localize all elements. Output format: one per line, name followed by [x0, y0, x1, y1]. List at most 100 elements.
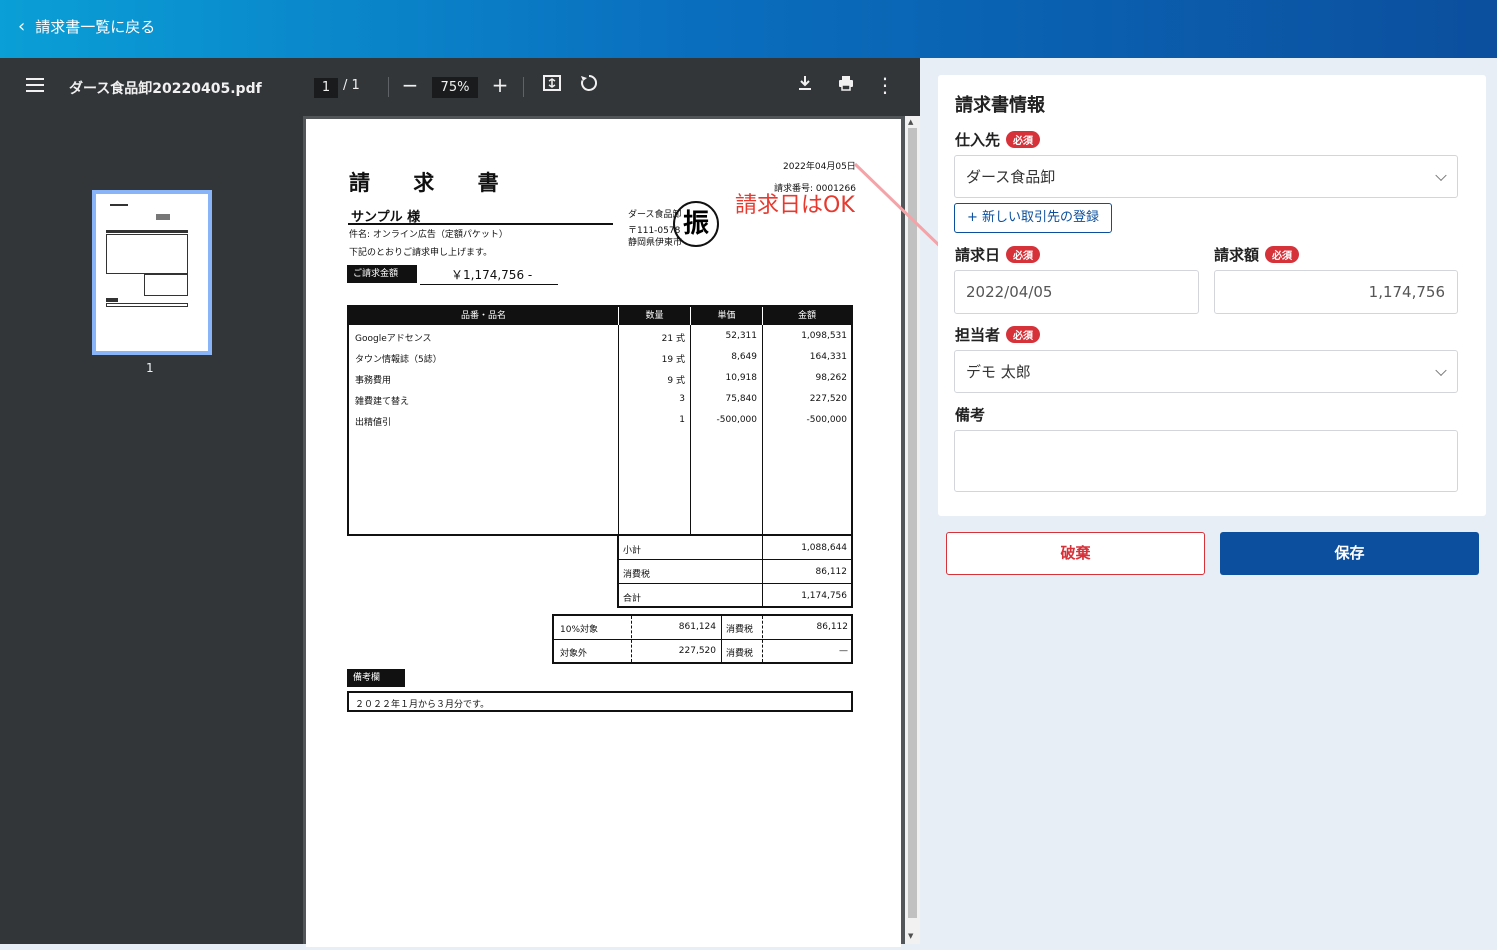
amount-tag: ご請求金額	[347, 265, 417, 283]
remarks-tag: 備考欄	[347, 669, 405, 687]
required-badge: 必須	[1265, 246, 1300, 263]
supplier-label: 仕入先 必須	[955, 129, 1041, 150]
divider	[619, 583, 853, 584]
table-cell: 雑費建て替え	[355, 397, 410, 407]
person-select[interactable]: デモ 太郎	[954, 350, 1458, 393]
subtotal-value: 1,088,644	[801, 543, 847, 553]
supplier-select[interactable]: ダース食品卸	[954, 155, 1458, 198]
chevron-left-icon: ‹	[18, 16, 26, 37]
zoom-in-icon[interactable]: +	[488, 73, 512, 97]
amount-label-text: 請求額	[1214, 246, 1260, 264]
table-cell: 164,331	[809, 352, 847, 362]
pdf-filename: ダース食品卸20220405.pdf	[69, 81, 262, 97]
menu-icon[interactable]	[26, 78, 44, 92]
page-total: / 1	[343, 78, 360, 93]
date-input[interactable]: 2022/04/05	[954, 270, 1199, 314]
required-badge: 必須	[1006, 326, 1041, 343]
supplier-value: ダース食品卸	[966, 168, 1056, 186]
table-cell: 1,098,531	[801, 331, 847, 341]
date-label-text: 請求日	[955, 246, 1001, 264]
table-cell: Googleアドセンス	[355, 334, 432, 344]
zoom-out-icon[interactable]: −	[398, 73, 422, 97]
divider	[348, 223, 613, 225]
table-cell: 8,649	[731, 352, 757, 362]
total-pages: 1	[351, 78, 360, 93]
chevron-down-icon	[1435, 169, 1447, 181]
viewer-toolbar: ダース食品卸20220405.pdf 1 / 1 − 75% + ⋮	[0, 58, 920, 116]
divider	[554, 639, 853, 640]
table-cell: タウン情報誌（5誌）	[355, 355, 442, 365]
invoice-date: 2022年04月05日	[783, 162, 856, 172]
exempt-label: 対象外	[560, 649, 588, 659]
date-value: 2022/04/05	[966, 283, 1053, 301]
table-cell: 9 式	[667, 376, 685, 386]
page-thumbnail[interactable]	[92, 190, 212, 355]
table-header: 金額	[763, 307, 851, 325]
exempt-base: 227,520	[678, 646, 716, 656]
supplier-label-text: 仕入先	[955, 131, 1001, 149]
table-cell: 10,918	[725, 373, 758, 383]
remarks-textarea[interactable]	[954, 430, 1458, 492]
save-button[interactable]: 保存	[1220, 532, 1479, 575]
divider	[388, 77, 389, 97]
total-label: 合計	[623, 594, 642, 604]
discard-button[interactable]: 破棄	[946, 532, 1205, 575]
top-bar: ‹ 請求書一覧に戻る	[0, 0, 1497, 58]
pdf-scrollbar[interactable]: ▲ ▼	[905, 116, 920, 944]
company-stamp: 振	[673, 201, 719, 247]
table-cell: 事務費用	[355, 376, 392, 386]
invoice-info-card: 請求書情報 仕入先 必須 ダース食品卸 + 新しい取引先の登録 請求日 必須 2…	[938, 75, 1486, 516]
remarks-label: 備考	[955, 404, 985, 425]
table-header: 数量	[619, 307, 690, 325]
remarks-label-text: 備考	[955, 406, 986, 424]
pdf-page: 2022年04月05日 請 求 書 請求番号: 0001266 サンプル 様 件…	[306, 119, 901, 947]
more-options-icon[interactable]: ⋮	[873, 73, 897, 97]
tax10-tax-label: 消費税	[726, 625, 754, 635]
amount-label: 請求額 必須	[1214, 244, 1300, 265]
table-cell: 出精値引	[355, 418, 392, 428]
items-table: 品番・品名 数量 単価 金額 Googleアドセンス 21 式 52,311 1…	[347, 305, 853, 536]
amount-value: 1,174,756	[1368, 283, 1445, 301]
required-badge: 必須	[1006, 246, 1041, 263]
tax-breakdown-table: 10%対象 861,124 消費税 86,112 対象外 227,520 消費税…	[552, 614, 853, 664]
scroll-up-icon[interactable]: ▲	[908, 118, 913, 126]
table-cell: 21 式	[661, 334, 685, 344]
exempt-tax: —	[839, 646, 848, 656]
invoice-note: 下記のとおりご請求申し上げます。	[349, 248, 493, 258]
table-cell: 98,262	[815, 373, 848, 383]
chevron-down-icon	[1435, 364, 1447, 376]
issuer-address: 静岡県伊東市	[628, 238, 683, 248]
person-label: 担当者 必須	[955, 324, 1041, 345]
new-supplier-button[interactable]: + 新しい取引先の登録	[954, 203, 1112, 233]
remarks-box: ２０２２年１月から３月分です。	[347, 691, 853, 712]
fit-page-icon[interactable]	[540, 73, 564, 97]
divider	[619, 559, 853, 560]
zoom-input[interactable]: 75%	[432, 77, 478, 98]
person-label-text: 担当者	[955, 326, 1001, 344]
print-icon[interactable]	[834, 73, 858, 97]
download-icon[interactable]	[793, 73, 817, 97]
rotate-icon[interactable]	[577, 73, 601, 97]
form-title: 請求書情報	[955, 95, 1045, 116]
page-area: 2022年04月05日 請 求 書 請求番号: 0001266 サンプル 様 件…	[303, 116, 920, 947]
person-value: デモ 太郎	[966, 363, 1031, 381]
amount-value: ￥1,174,756 -	[451, 268, 533, 282]
table-cell: 19 式	[661, 355, 685, 365]
tax10-label: 10%対象	[560, 625, 599, 635]
divider	[420, 284, 558, 285]
scroll-thumb[interactable]	[908, 128, 917, 918]
table-cell: 52,311	[725, 331, 758, 341]
table-cell: -500,000	[806, 415, 847, 425]
tax10-base: 861,124	[678, 622, 716, 632]
divider	[762, 536, 763, 606]
back-link[interactable]: ‹ 請求書一覧に戻る	[18, 16, 155, 37]
totals-table: 小計 1,088,644 消費税 86,112 合計 1,174,756	[617, 536, 853, 608]
table-cell: 227,520	[809, 394, 847, 404]
page-number-input[interactable]: 1	[314, 78, 338, 98]
total-value: 1,174,756	[801, 591, 847, 601]
table-header: 品番・品名	[349, 307, 618, 325]
scroll-down-icon[interactable]: ▼	[908, 932, 913, 940]
table-cell: 3	[679, 394, 685, 404]
table-cell: -500,000	[716, 415, 757, 425]
amount-input[interactable]: 1,174,756	[1214, 270, 1458, 314]
